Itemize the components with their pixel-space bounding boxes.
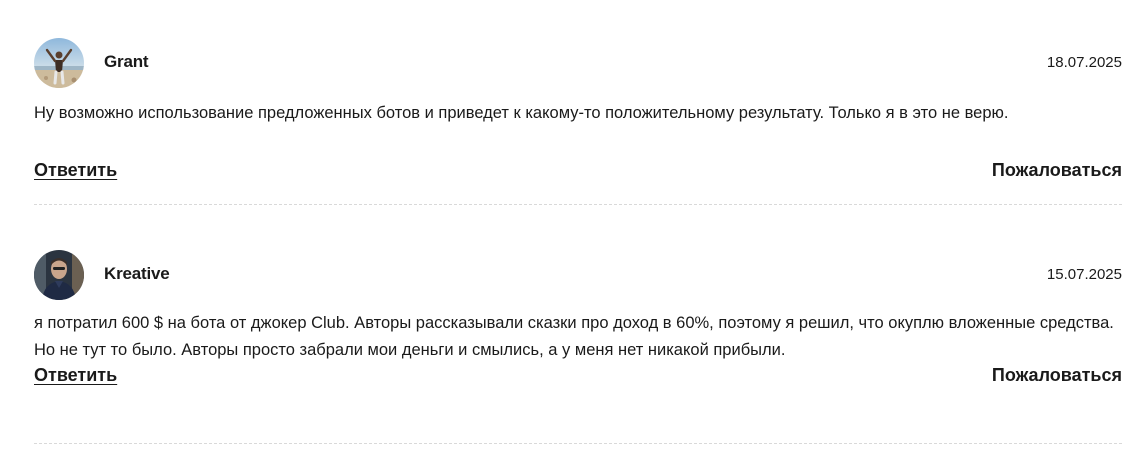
comment-author: Kreative: [104, 264, 170, 283]
comment-date: 18.07.2025: [1046, 54, 1122, 71]
reply-link[interactable]: Ответить: [34, 160, 117, 181]
comment-item: Grant 18.07.2025 Ну возможно использован…: [34, 0, 1122, 205]
comment-header: Kreative 15.07.2025: [34, 250, 1122, 300]
complain-button[interactable]: Пожаловаться: [992, 365, 1122, 386]
complain-button[interactable]: Пожаловаться: [992, 160, 1122, 181]
comments-list: Grant 18.07.2025 Ну возможно использован…: [34, 0, 1122, 444]
avatar: [34, 38, 84, 88]
avatar: [34, 250, 84, 300]
reply-link[interactable]: Ответить: [34, 365, 117, 386]
comment-header: Grant 18.07.2025: [34, 38, 1122, 88]
comment-text: Ну возможно использование предложенных б…: [34, 104, 1009, 122]
comment-author: Grant: [104, 52, 149, 71]
comment-item: Kreative 15.07.2025 я потратил 600 $ на …: [34, 205, 1122, 444]
comment-date: 15.07.2025: [1046, 266, 1122, 283]
comment-text: я потратил 600 $ на бота от джокер Club.…: [34, 314, 1114, 359]
